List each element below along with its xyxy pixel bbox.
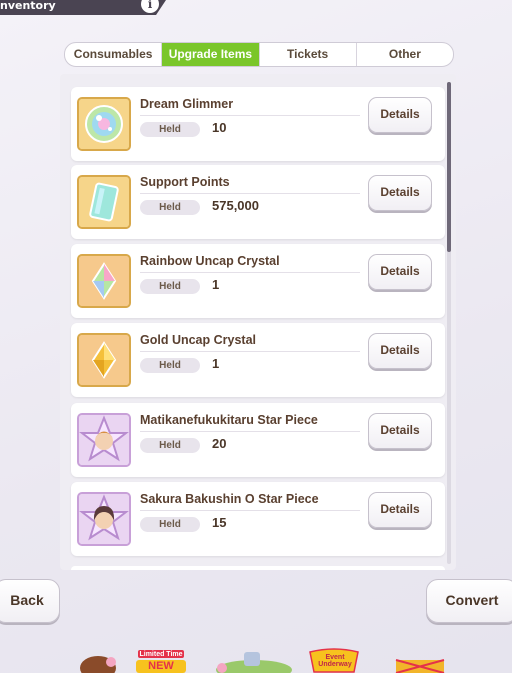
item-name: Rainbow Uncap Crystal xyxy=(140,254,280,268)
divider xyxy=(140,351,360,352)
held-label: Held xyxy=(140,200,200,215)
rainbow-crystal-icon xyxy=(77,254,131,308)
tab-tickets[interactable]: Tickets xyxy=(260,43,357,66)
list-item: Dream Glimmer Held 10 Details xyxy=(71,87,445,161)
list-item: Gold Uncap Crystal Held 1 Details xyxy=(71,323,445,397)
new-label: NEW xyxy=(148,660,174,672)
race-track-icon[interactable] xyxy=(214,652,294,673)
divider xyxy=(140,115,360,116)
dream-glimmer-icon xyxy=(77,97,131,151)
horse-character-icon[interactable] xyxy=(78,652,118,673)
limited-time-label: Limited Time xyxy=(139,651,183,658)
held-count: 575,000 xyxy=(212,198,259,213)
held-count: 20 xyxy=(212,436,227,451)
details-button[interactable]: Details xyxy=(368,492,432,528)
held-label: Held xyxy=(140,438,200,453)
tab-consumables[interactable]: Consumables xyxy=(65,43,163,66)
star-piece-icon xyxy=(77,413,131,467)
divider xyxy=(140,272,360,273)
page-title: nventory xyxy=(0,0,56,12)
back-button[interactable]: Back xyxy=(0,579,60,623)
divider xyxy=(140,193,360,194)
list-item: Sakura Bakushin O Star Piece Held 15 Det… xyxy=(71,482,445,556)
held-count: 1 xyxy=(212,356,220,371)
bottom-menu-strip: Limited Time NEW Event Underway xyxy=(0,648,512,673)
item-name: Dream Glimmer xyxy=(140,97,234,111)
held-count: 15 xyxy=(212,515,227,530)
gift-box-icon[interactable] xyxy=(392,656,448,673)
held-label: Held xyxy=(140,517,200,532)
list-item: Support Points Held 575,000 Details xyxy=(71,165,445,239)
details-button[interactable]: Details xyxy=(368,333,432,369)
details-button[interactable]: Details xyxy=(368,175,432,211)
convert-button[interactable]: Convert xyxy=(426,579,512,623)
tab-other[interactable]: Other xyxy=(357,43,453,66)
divider xyxy=(140,510,360,511)
category-tabs: Consumables Upgrade Items Tickets Other xyxy=(64,42,454,67)
details-button[interactable]: Details xyxy=(368,413,432,449)
details-button[interactable]: Details xyxy=(368,254,432,290)
gold-crystal-icon xyxy=(77,333,131,387)
item-name: Support Points xyxy=(140,175,230,189)
list-item xyxy=(71,566,445,570)
held-label: Held xyxy=(140,279,200,294)
tab-upgrade-items[interactable]: Upgrade Items xyxy=(162,43,260,66)
list-item: Rainbow Uncap Crystal Held 1 Details xyxy=(71,244,445,318)
item-name: Sakura Bakushin O Star Piece xyxy=(140,492,319,506)
held-label: Held xyxy=(140,358,200,373)
details-button[interactable]: Details xyxy=(368,97,432,133)
item-name: Matikanefukukitaru Star Piece xyxy=(140,413,318,427)
held-label: Held xyxy=(140,122,200,137)
held-count: 1 xyxy=(212,277,220,292)
scrollbar-thumb[interactable] xyxy=(447,82,451,252)
support-points-icon xyxy=(77,175,131,229)
held-count: 10 xyxy=(212,120,227,135)
divider xyxy=(140,431,360,432)
event-underway-label: Event Underway xyxy=(318,654,352,668)
list-item: Matikanefukukitaru Star Piece Held 20 De… xyxy=(71,403,445,477)
item-name: Gold Uncap Crystal xyxy=(140,333,256,347)
star-piece-icon xyxy=(77,492,131,546)
